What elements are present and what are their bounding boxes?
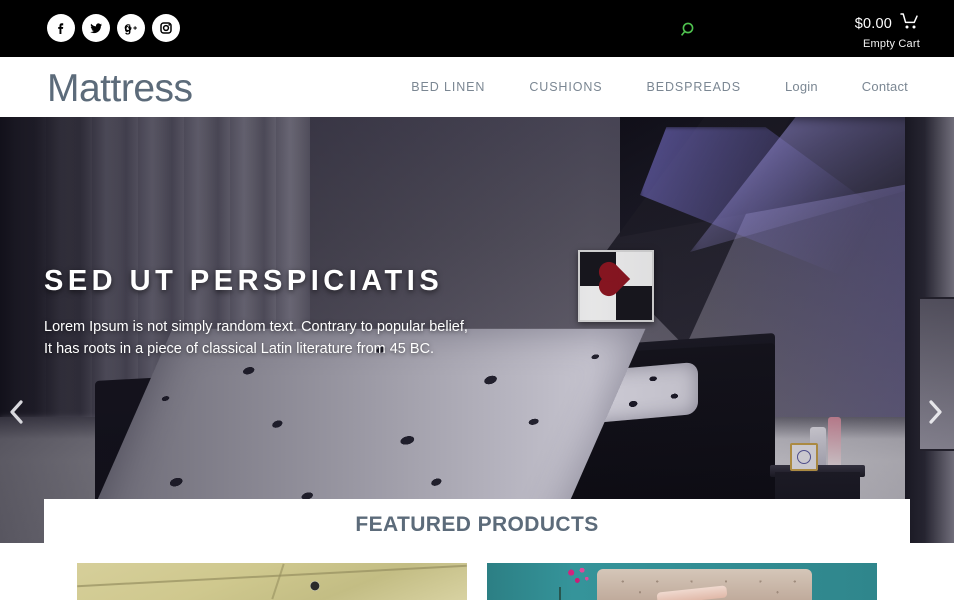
search-icon[interactable] (678, 19, 700, 41)
product-grid (44, 563, 910, 600)
hero-title: SED UT PERSPICIATIS (44, 265, 444, 297)
product-card-2[interactable] (487, 563, 877, 600)
cart-widget[interactable]: $0.00 Empty Cart (855, 12, 920, 50)
orchid-flowers (561, 566, 595, 596)
site-logo[interactable]: Mattress (47, 67, 193, 111)
nav-item-contact[interactable]: Contact (840, 79, 930, 94)
nav-item-login[interactable]: Login (763, 79, 840, 94)
twitter-icon[interactable] (82, 14, 110, 42)
page-root: g $0.00 Empty Cart Mattress BED LINEN CU… (0, 0, 954, 600)
chevron-left-icon[interactable] (2, 392, 32, 432)
main-nav: BED LINEN CUSHIONS BEDSPREADS Login Cont… (389, 79, 930, 94)
cart-status: Empty Cart (862, 38, 920, 50)
facebook-icon[interactable] (47, 14, 75, 42)
instagram-icon[interactable] (152, 14, 180, 42)
nav-item-cushions[interactable]: CUSHIONS (507, 80, 624, 94)
product-card-1[interactable] (77, 563, 467, 600)
nav-item-bedspreads[interactable]: BEDSPREADS (625, 80, 763, 94)
site-header: Mattress BED LINEN CUSHIONS BEDSPREADS L… (0, 57, 954, 117)
featured-products-title: FEATURED PRODUCTS (355, 513, 599, 536)
social-links: g (47, 14, 180, 42)
googleplus-icon[interactable]: g (117, 14, 145, 42)
shopping-cart-icon (899, 12, 920, 35)
cart-total-row: $0.00 (855, 12, 920, 35)
hero-slider: SED UT PERSPICIATIS Lorem Ipsum is not s… (0, 117, 954, 543)
hero-description: Lorem Ipsum is not simply random text. C… (44, 319, 468, 358)
nav-item-bed-linen[interactable]: BED LINEN (389, 80, 507, 94)
featured-products-section: FEATURED PRODUCTS (44, 499, 910, 600)
top-bar: g $0.00 Empty Cart (0, 0, 954, 57)
hero-caption: SED UT PERSPICIATIS Lorem Ipsum is not s… (44, 265, 514, 361)
chevron-right-icon[interactable] (920, 392, 950, 432)
cart-price: $0.00 (854, 15, 892, 32)
